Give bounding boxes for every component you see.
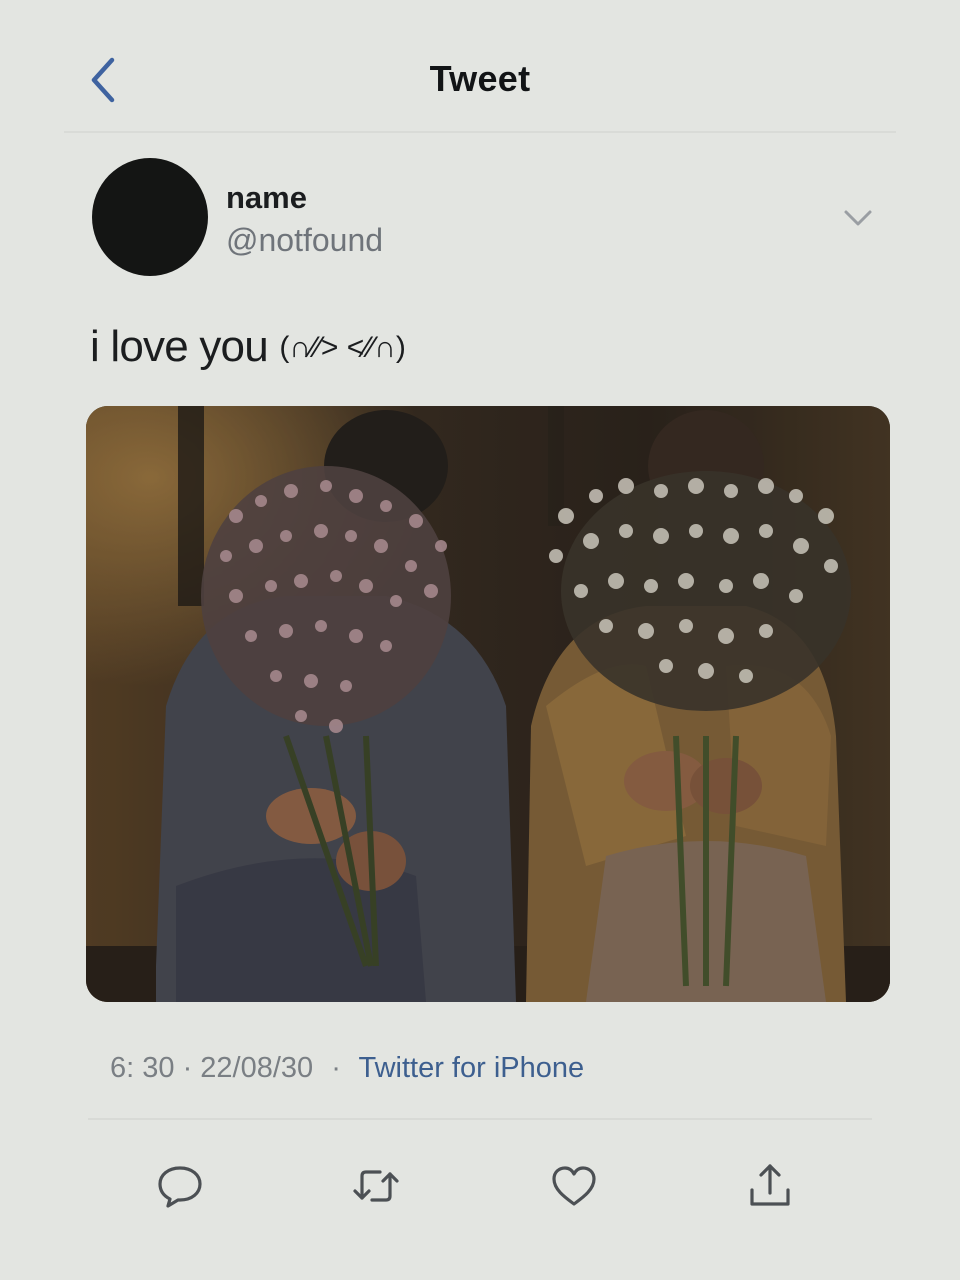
tweet-time: 6: 30	[110, 1052, 175, 1084]
meta-separator: ·	[331, 1052, 341, 1084]
tweet-source-link[interactable]: Twitter for iPhone	[358, 1052, 584, 1084]
action-divider	[88, 1118, 872, 1120]
tweet-image[interactable]	[86, 406, 890, 1002]
reply-button[interactable]	[154, 1160, 206, 1212]
like-button[interactable]	[548, 1160, 600, 1212]
retweet-icon	[353, 1170, 399, 1202]
tweet-kaomoji: (∩⁄⁄> <⁄⁄∩)	[279, 331, 406, 364]
nav-divider	[64, 131, 896, 133]
tweet-meta: 6: 30 · 22/08/30 · Twitter for iPhone	[110, 1052, 584, 1085]
display-name[interactable]: name	[226, 180, 307, 216]
chevron-down-icon	[844, 210, 872, 226]
more-options-button[interactable]	[838, 204, 878, 234]
share-button[interactable]	[744, 1160, 796, 1212]
retweet-button[interactable]	[350, 1160, 402, 1212]
share-icon	[750, 1164, 790, 1206]
tweet-date: 22/08/30	[200, 1052, 314, 1084]
nav-bar: Tweet	[0, 0, 960, 133]
tweet-text: i love you (∩⁄⁄> <⁄⁄∩)	[90, 322, 406, 372]
meta-separator: ·	[182, 1052, 193, 1084]
tweet-text-body: i love you	[90, 322, 269, 371]
reply-icon	[158, 1166, 202, 1208]
user-handle[interactable]: @notfound	[226, 222, 383, 259]
tweet-photo	[86, 406, 890, 1002]
page-title: Tweet	[429, 58, 531, 99]
heart-icon	[552, 1166, 596, 1206]
avatar[interactable]	[92, 158, 208, 276]
